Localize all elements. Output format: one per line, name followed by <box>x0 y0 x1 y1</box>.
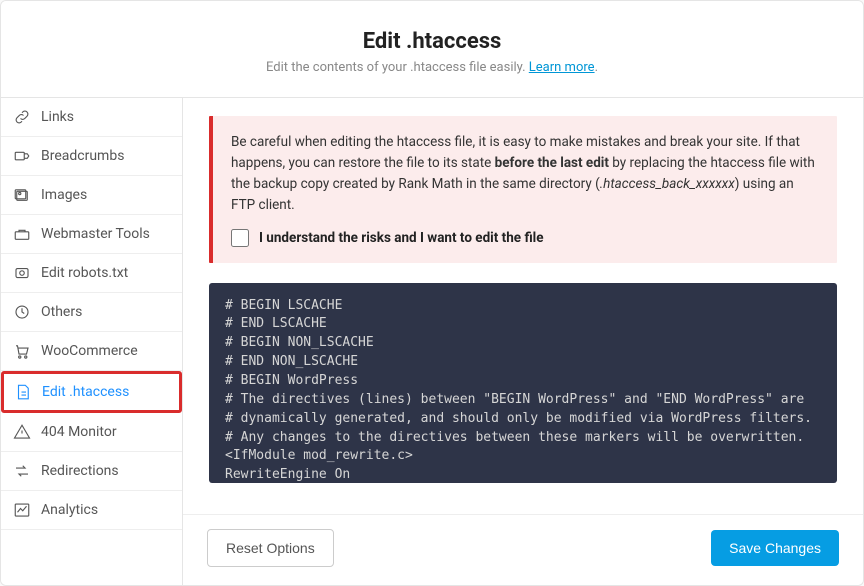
link-icon <box>13 108 31 126</box>
others-icon <box>13 303 31 321</box>
sidebar-item-label: 404 Monitor <box>41 424 117 440</box>
reset-button[interactable]: Reset Options <box>207 529 334 567</box>
warning-bold: before the last edit <box>495 155 609 171</box>
page-header: Edit .htaccess Edit the contents of your… <box>1 1 863 98</box>
warning-italic: .htaccess_back_xxxxxx <box>600 176 735 192</box>
page-title: Edit .htaccess <box>21 29 843 54</box>
images-icon <box>13 186 31 204</box>
app-container: Edit .htaccess Edit the contents of your… <box>0 0 864 586</box>
content-area: Be careful when editing the htaccess fil… <box>183 98 863 585</box>
sidebar-item-links[interactable]: Links <box>1 98 182 137</box>
file-icon <box>14 383 32 401</box>
sidebar-item-label: Redirections <box>41 463 119 479</box>
sidebar-item-label: Analytics <box>41 502 98 518</box>
subtitle-prefix: Edit the contents of your .htaccess file… <box>266 60 529 75</box>
acknowledge-checkbox[interactable] <box>231 229 249 247</box>
sidebar-item-label: Others <box>41 304 82 320</box>
sidebar-item-404[interactable]: 404 Monitor <box>1 413 182 452</box>
webmaster-icon <box>13 225 31 243</box>
acknowledge-row: I understand the risks and I want to edi… <box>231 228 819 249</box>
body-wrapper: Links Breadcrumbs Images Webmaster Tools… <box>1 98 863 585</box>
sidebar-item-htaccess[interactable]: Edit .htaccess <box>1 371 182 413</box>
breadcrumb-icon <box>13 147 31 165</box>
sidebar-item-label: Edit .htaccess <box>42 384 129 400</box>
sidebar-item-label: Breadcrumbs <box>41 148 124 164</box>
sidebar-item-label: Images <box>41 187 87 203</box>
sidebar-item-others[interactable]: Others <box>1 293 182 332</box>
htaccess-editor[interactable]: # BEGIN LSCACHE # END LSCACHE # BEGIN NO… <box>209 283 837 483</box>
sidebar-item-robots[interactable]: Edit robots.txt <box>1 254 182 293</box>
acknowledge-label[interactable]: I understand the risks and I want to edi… <box>259 228 544 249</box>
sidebar-item-label: Links <box>41 109 74 125</box>
footer-actions: Reset Options Save Changes <box>183 514 863 585</box>
sidebar: Links Breadcrumbs Images Webmaster Tools… <box>1 98 183 585</box>
subtitle-suffix: . <box>595 60 598 75</box>
page-subtitle: Edit the contents of your .htaccess file… <box>21 60 843 75</box>
cart-icon <box>13 342 31 360</box>
analytics-icon <box>13 501 31 519</box>
sidebar-item-label: Edit robots.txt <box>41 265 128 281</box>
sidebar-item-woocommerce[interactable]: WooCommerce <box>1 332 182 371</box>
sidebar-item-label: WooCommerce <box>41 343 138 359</box>
sidebar-item-redirections[interactable]: Redirections <box>1 452 182 491</box>
sidebar-item-images[interactable]: Images <box>1 176 182 215</box>
robots-icon <box>13 264 31 282</box>
sidebar-item-breadcrumbs[interactable]: Breadcrumbs <box>1 137 182 176</box>
sidebar-item-analytics[interactable]: Analytics <box>1 491 182 530</box>
sidebar-item-label: Webmaster Tools <box>41 226 150 242</box>
warning-text: Be careful when editing the htaccess fil… <box>231 132 819 216</box>
warning-icon <box>13 423 31 441</box>
main-content: Be careful when editing the htaccess fil… <box>183 98 863 514</box>
warning-box: Be careful when editing the htaccess fil… <box>209 116 837 263</box>
sidebar-item-webmaster[interactable]: Webmaster Tools <box>1 215 182 254</box>
redirections-icon <box>13 462 31 480</box>
save-button[interactable]: Save Changes <box>711 530 839 566</box>
learn-more-link[interactable]: Learn more <box>529 60 595 75</box>
